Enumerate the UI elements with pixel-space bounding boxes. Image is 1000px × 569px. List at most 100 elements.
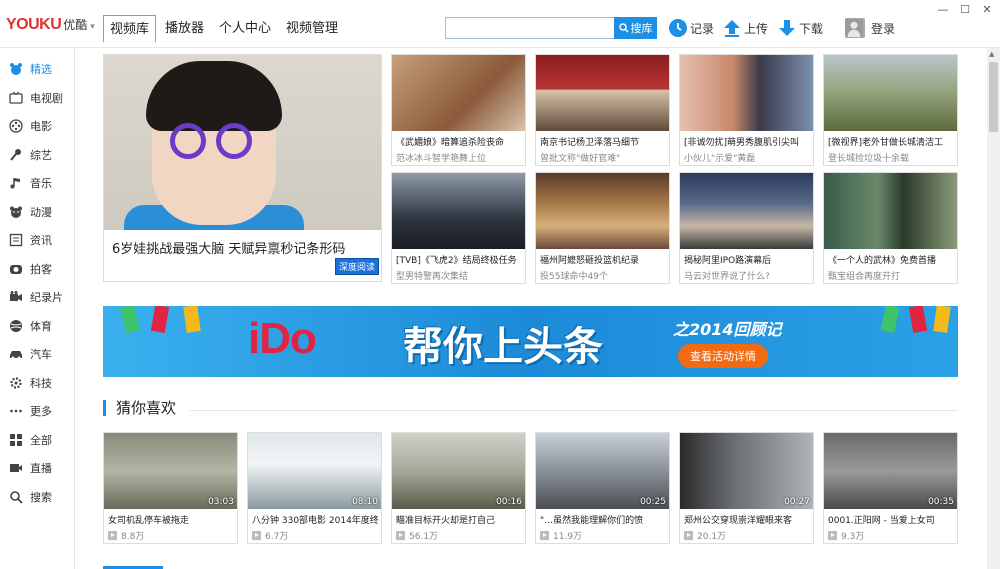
- sidebar-item-movies[interactable]: 电影: [0, 112, 74, 141]
- card-title[interactable]: [TVB]《飞虎2》结局终极任务: [396, 253, 524, 266]
- video-thumbnail[interactable]: 03:03: [104, 433, 237, 509]
- sidebar-item-label: 拍客: [30, 262, 52, 276]
- close-icon[interactable]: ✕: [980, 3, 994, 17]
- maximize-icon[interactable]: ☐: [958, 3, 972, 17]
- video-card[interactable]: 08:10 八分钟 330部电影 2014年度终 6.7万: [247, 432, 382, 544]
- card-title[interactable]: 南京书记杨卫泽落马细节: [540, 135, 668, 148]
- card-title[interactable]: [微视界]老外甘做长城清洁工: [828, 135, 956, 148]
- card-thumbnail[interactable]: [680, 55, 813, 131]
- card-thumbnail[interactable]: [824, 55, 957, 131]
- live-icon: [9, 461, 23, 475]
- sidebar-item-paike[interactable]: 拍客: [0, 255, 74, 284]
- card-thumbnail[interactable]: [536, 55, 669, 131]
- login-label: 登录: [871, 21, 896, 36]
- news-card[interactable]: 《一个人的武林》免费首播 甄宝组合再度开打: [823, 172, 958, 284]
- tab-video-library[interactable]: 视频库: [103, 15, 157, 43]
- search-icon: [618, 23, 628, 33]
- tab-player[interactable]: 播放器: [159, 15, 210, 43]
- video-thumbnail[interactable]: 08:10: [248, 433, 381, 509]
- sidebar-item-sports[interactable]: 体育: [0, 312, 74, 341]
- card-title[interactable]: 《武媚娘》暗算追杀险丧命: [396, 135, 524, 148]
- banner-slogan: 帮你上头条: [403, 324, 603, 370]
- tab-video-management[interactable]: 视频管理: [280, 15, 344, 43]
- news-card[interactable]: 《武媚娘》暗算追杀险丧命 范冰冰斗智学艳舞上位: [391, 54, 526, 166]
- sidebar-item-live[interactable]: 直播: [0, 454, 74, 483]
- featured-title[interactable]: 6岁娃挑战最强大脑 天赋异禀秒记条形码: [112, 238, 345, 257]
- sidebar-item-more[interactable]: 更多: [0, 397, 74, 426]
- video-view-count: 9.3万: [841, 532, 865, 542]
- sidebar-item-anime[interactable]: 动漫: [0, 198, 74, 227]
- video-card[interactable]: 00:25 "…虽然我能理解你们的愤 11.9万: [535, 432, 670, 544]
- video-card[interactable]: 00:16 瞄准目标开火却是打自己 56.1万: [391, 432, 526, 544]
- video-thumbnail[interactable]: 00:16: [392, 433, 525, 509]
- card-thumbnail[interactable]: [392, 173, 525, 249]
- video-title[interactable]: 0001.正阳网 - 当爱上女司: [828, 513, 956, 526]
- card-thumbnail[interactable]: [680, 173, 813, 249]
- video-views: 20.1万: [684, 529, 726, 542]
- tab-personal-center[interactable]: 个人中心: [213, 15, 277, 43]
- video-view-count: 11.9万: [553, 532, 583, 542]
- news-card[interactable]: 揭秘阿里IPO路演幕后 马云对世界说了什么?: [679, 172, 814, 284]
- sidebar-item-all[interactable]: 全部: [0, 426, 74, 455]
- card-title[interactable]: 福州阿嬷怒砸投篮机纪录: [540, 253, 668, 266]
- video-title[interactable]: 瞄准目标开火却是打自己: [396, 513, 524, 526]
- sidebar-item-label: 综艺: [30, 148, 52, 162]
- sidebar-item-auto[interactable]: 汽车: [0, 340, 74, 369]
- play-count-icon: [396, 531, 405, 540]
- sidebar-item-news[interactable]: 资讯: [0, 226, 74, 255]
- card-thumbnail[interactable]: [392, 55, 525, 131]
- sidebar-item-tech[interactable]: 科技: [0, 369, 74, 398]
- news-card[interactable]: [TVB]《飞虎2》结局终极任务 型男特警再次集结: [391, 172, 526, 284]
- login-button[interactable]: 登录: [845, 18, 895, 38]
- sidebar-item-search[interactable]: 搜索: [0, 483, 74, 512]
- card-title[interactable]: 《一个人的武林》免费首播: [828, 253, 956, 266]
- record-button[interactable]: 记录: [668, 18, 714, 38]
- card-title[interactable]: 揭秘阿里IPO路演幕后: [684, 253, 812, 266]
- news-card[interactable]: 福州阿嬷怒砸投篮机纪录 投55球命中49个: [535, 172, 670, 284]
- download-button[interactable]: 下载: [777, 18, 823, 38]
- logo-dropdown-icon[interactable]: ▾: [90, 22, 95, 32]
- sidebar-item-tv-series[interactable]: 电视剧: [0, 84, 74, 113]
- video-card[interactable]: 00:27 郑州公交穿现崇洋耀眼来客 20.1万: [679, 432, 814, 544]
- sidebar-item-featured[interactable]: 精选: [0, 55, 74, 84]
- video-title[interactable]: 女司机乱停车被拖走: [108, 513, 236, 526]
- sidebar-item-variety[interactable]: 综艺: [0, 141, 74, 170]
- news-card[interactable]: [微视界]老外甘做长城清洁工 登长城捡垃圾十余载: [823, 54, 958, 166]
- sidebar-item-label: 资讯: [30, 234, 52, 248]
- banner-ido-i: i: [248, 314, 260, 363]
- featured-thumbnail[interactable]: [104, 55, 381, 230]
- grid-icon: [9, 433, 23, 447]
- news-card[interactable]: 南京书记杨卫泽落马细节 曾批文称"做好官难": [535, 54, 670, 166]
- banner-details-button[interactable]: 查看活动详情: [678, 344, 768, 368]
- film-reel-icon: [9, 119, 23, 133]
- video-card[interactable]: 00:35 0001.正阳网 - 当爱上女司 9.3万: [823, 432, 958, 544]
- video-title[interactable]: "…虽然我能理解你们的愤: [540, 513, 668, 526]
- sidebar-item-label: 全部: [30, 433, 52, 447]
- scroll-up-arrow-icon[interactable]: ▲: [989, 50, 994, 58]
- video-title[interactable]: 郑州公交穿现崇洋耀眼来客: [684, 513, 812, 526]
- video-views: 11.9万: [540, 529, 582, 542]
- minimize-icon[interactable]: —: [936, 3, 950, 17]
- promo-banner[interactable]: iDo 帮你上头条 之2014回顾记 查看活动详情: [103, 306, 958, 377]
- sidebar-item-music[interactable]: 音乐: [0, 169, 74, 198]
- card-thumbnail[interactable]: [824, 173, 957, 249]
- scrollbar-thumb[interactable]: [989, 62, 998, 132]
- video-card[interactable]: 03:03 女司机乱停车被拖走 8.8万: [103, 432, 238, 544]
- sidebar-item-documentary[interactable]: 纪录片: [0, 283, 74, 312]
- video-thumbnail[interactable]: 00:35: [824, 433, 957, 509]
- search-input[interactable]: [445, 17, 615, 39]
- card-thumbnail[interactable]: [536, 173, 669, 249]
- card-title[interactable]: [非诚勿扰]萌男秀腹肌引尖叫: [684, 135, 812, 148]
- featured-video-card[interactable]: 6岁娃挑战最强大脑 天赋异禀秒记条形码 深度阅读: [103, 54, 382, 282]
- featured-badge[interactable]: 深度阅读: [334, 258, 379, 275]
- sidebar-item-label: 汽车: [30, 348, 52, 362]
- gear-icon: [9, 376, 23, 390]
- video-title[interactable]: 八分钟 330部电影 2014年度终: [252, 513, 380, 526]
- video-thumbnail[interactable]: 00:25: [536, 433, 669, 509]
- upload-button[interactable]: 上传: [722, 18, 768, 38]
- search-button[interactable]: 搜库: [614, 17, 657, 39]
- video-thumbnail[interactable]: 00:27: [680, 433, 813, 509]
- news-card[interactable]: [非诚勿扰]萌男秀腹肌引尖叫 小伙儿"示爱"黄磊: [679, 54, 814, 166]
- youku-logo[interactable]: YOUKU 优酷 ▾: [6, 16, 95, 38]
- video-views: 9.3万: [828, 529, 864, 542]
